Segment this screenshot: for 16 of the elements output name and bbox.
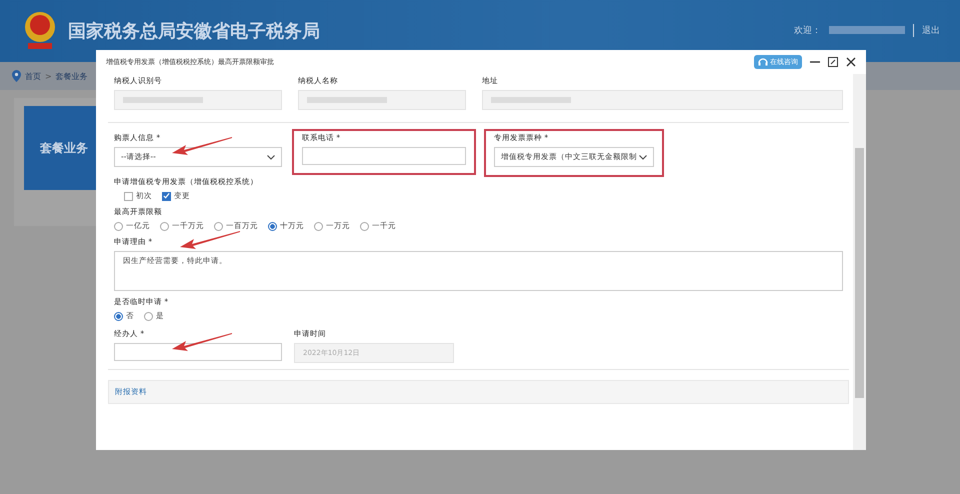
welcome-text: 欢迎： bbox=[794, 24, 821, 36]
maximize-icon[interactable] bbox=[828, 57, 838, 67]
breadcrumb-separator: > bbox=[45, 72, 52, 80]
scrollbar[interactable] bbox=[853, 74, 866, 450]
handler-input[interactable] bbox=[114, 343, 282, 361]
chevron-down-icon bbox=[639, 154, 647, 160]
breadcrumb-link[interactable]: 套餐业务 bbox=[56, 70, 88, 82]
phone-input[interactable] bbox=[302, 147, 466, 165]
breadcrumb-link[interactable]: 首页 bbox=[25, 70, 41, 82]
logout-link[interactable]: 退出 bbox=[913, 24, 940, 36]
chevron-down-icon bbox=[267, 154, 275, 160]
checkmark-icon bbox=[163, 192, 170, 200]
location-pin-icon bbox=[12, 70, 21, 82]
site-title: 国家税务总局安徽省电子税务局 bbox=[68, 20, 320, 43]
close-icon[interactable] bbox=[846, 57, 856, 67]
headset-icon bbox=[758, 57, 768, 67]
